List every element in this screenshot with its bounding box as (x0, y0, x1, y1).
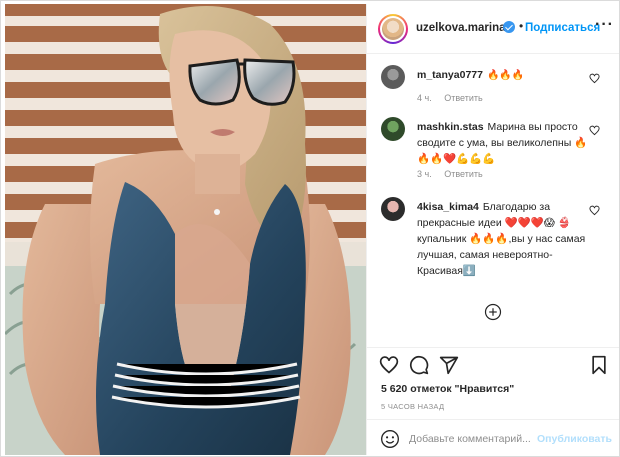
post-actions: 5 620 отметок "Нравится" 5 ЧАСОВ НАЗАД О… (367, 347, 619, 455)
post-time: 5 ЧАСОВ НАЗАД (381, 402, 445, 411)
post-photo[interactable] (5, 4, 366, 455)
bookmark-icon[interactable] (589, 355, 609, 375)
post-side-panel: uzelkova.marina • Подписаться ··· m_tany… (366, 4, 619, 455)
comment-username[interactable]: m_tanya0777 (417, 69, 483, 81)
comment-avatar[interactable] (381, 117, 405, 141)
comment-avatar[interactable] (381, 65, 405, 89)
comment-text: mashkin.stas Марина вы просто сводите с у… (417, 119, 595, 167)
comment-time: 3 ч. (417, 169, 432, 179)
likes-count[interactable]: 5 620 отметок "Нравится" (381, 383, 514, 395)
small-heart-icon[interactable] (589, 205, 600, 216)
publish-button[interactable]: Опубликовать (537, 433, 612, 445)
comment-username[interactable]: 4kisa_kima4 (417, 201, 479, 213)
comment-item: mashkin.stas Марина вы просто сводите с у… (367, 117, 619, 187)
small-heart-icon[interactable] (589, 73, 600, 84)
author-avatar[interactable] (378, 14, 408, 44)
comment-username[interactable]: mashkin.stas (417, 121, 484, 133)
more-options-icon[interactable]: ··· (595, 16, 614, 34)
comment-item: 4kisa_kima4 Благодарю за прекрасные идеи … (367, 197, 619, 277)
comment-text: 4kisa_kima4 Благодарю за прекрасные идеи … (417, 199, 595, 279)
instagram-post-window: uzelkova.marina • Подписаться ··· m_tany… (0, 0, 620, 457)
emoji-icon[interactable] (380, 429, 400, 449)
header-separator: • (519, 19, 524, 33)
reply-button[interactable]: Ответить (444, 93, 482, 103)
follow-button[interactable]: Подписаться (525, 22, 600, 34)
add-comment-bar: Опубликовать (367, 419, 619, 456)
comment-body: 🔥🔥🔥 (486, 70, 525, 81)
share-icon[interactable] (439, 355, 459, 375)
verified-badge-icon (503, 21, 515, 33)
small-heart-icon[interactable] (589, 125, 600, 136)
comment-item: m_tanya0777 🔥🔥🔥 4 ч. Ответить (367, 65, 619, 111)
post-image (5, 4, 366, 455)
heart-icon[interactable] (379, 355, 399, 375)
comment-time: 4 ч. (417, 93, 432, 103)
comment-text: m_tanya0777 🔥🔥🔥 (417, 67, 595, 84)
post-header: uzelkova.marina • Подписаться ··· (367, 4, 619, 54)
comment-meta: 3 ч. Ответить (417, 169, 493, 179)
comments-list[interactable]: m_tanya0777 🔥🔥🔥 4 ч. Ответить mashkin.sta… (367, 55, 619, 347)
comment-meta: 4 ч. Ответить (417, 93, 493, 103)
reply-button[interactable]: Ответить (444, 169, 482, 179)
comment-avatar[interactable] (381, 197, 405, 221)
plus-circle-icon[interactable] (484, 303, 502, 321)
comment-icon[interactable] (409, 355, 429, 375)
comment-input[interactable] (409, 431, 533, 447)
author-username[interactable]: uzelkova.marina (416, 22, 505, 34)
